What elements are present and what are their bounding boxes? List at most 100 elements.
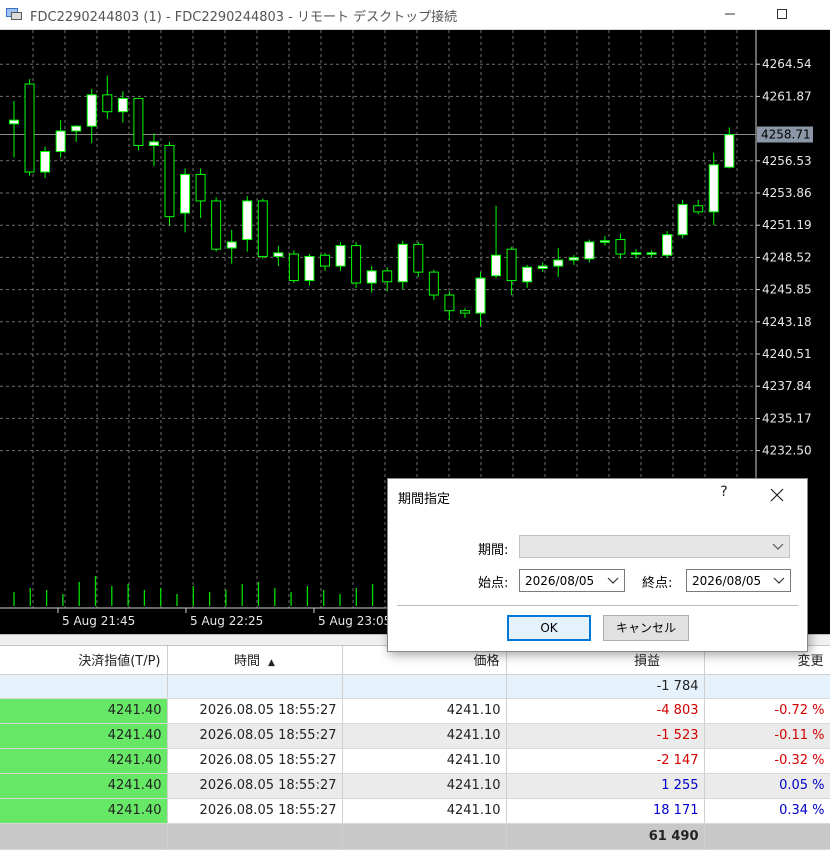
candle-body [366, 270, 377, 284]
tp-cell: 4241.40 [0, 723, 168, 749]
candle-body [71, 125, 82, 132]
table-row[interactable]: 4241.40 2026.08.05 18:55:27 4241.10 18 171 0… [0, 798, 830, 824]
time-label: 5 Aug 23:05 [318, 614, 391, 628]
candle-body [288, 253, 299, 282]
candle-body [537, 265, 548, 269]
start-label: 始点: [478, 576, 509, 591]
cancel-button[interactable]: キャンセル [603, 615, 689, 641]
time-header-label: 時間 [234, 654, 261, 670]
time-label: 5 Aug 21:45 [62, 614, 135, 628]
table-row[interactable]: 4241.40 2026.08.05 18:55:27 4241.10 -2 147-… [0, 748, 830, 774]
price-header-label: 価格 [473, 654, 500, 670]
period-select[interactable] [519, 535, 790, 558]
candle-body [24, 83, 35, 173]
candle-body [693, 205, 704, 213]
candle-body [164, 144, 175, 218]
profit-cell: 18 171 [506, 798, 705, 824]
chevron-down-icon [607, 577, 619, 584]
tp-cell: 4241.40 [0, 798, 168, 824]
candle-body [475, 277, 486, 314]
change-cell: 0.34 % [704, 798, 830, 824]
profit-cell: -1 523 [506, 723, 705, 749]
candle-body [631, 252, 641, 255]
candle-body [195, 173, 206, 202]
minimize-button[interactable] [718, 3, 742, 25]
summary-price-cell [342, 674, 507, 699]
price-label: 4248.52 [762, 250, 812, 264]
end-date-value: 2026/08/05 [692, 574, 762, 588]
candle-body [724, 134, 735, 168]
column-header-tp[interactable]: 決済指値(T/P) [0, 646, 168, 675]
change-header-label: 変更 [797, 654, 824, 670]
close-icon [770, 488, 784, 502]
price-label: 4237.84 [762, 379, 812, 393]
table-row[interactable]: 4241.40 2026.08.05 18:55:27 4241.10 1 255 0.… [0, 773, 830, 799]
candle-body [226, 241, 237, 249]
price-cell: 4241.10 [342, 698, 507, 724]
time-cell: 2026.08.05 18:55:27 [167, 723, 343, 749]
close-button[interactable] [765, 483, 789, 507]
price-cell: 4241.10 [342, 723, 507, 749]
chevron-down-icon [773, 577, 785, 584]
candle-body [646, 252, 657, 255]
candle-body [397, 243, 408, 283]
change-cell: 0.05 % [704, 773, 830, 799]
profit-header-label: 損益 [633, 654, 660, 670]
candle-body [242, 200, 253, 241]
remote-desktop-icon [6, 8, 22, 20]
candle-body [40, 151, 51, 173]
minimize-icon [725, 13, 735, 15]
price-label: 4235.17 [762, 411, 812, 425]
time-label: 5 Aug 22:25 [190, 614, 263, 628]
summary-tp-cell [0, 674, 168, 699]
period-label: 期間: [478, 543, 509, 558]
price-cell: 4241.10 [342, 773, 507, 799]
candle-body [180, 173, 191, 214]
table-row[interactable]: 4241.40 2026.08.05 18:55:27 4241.10 -1 523-… [0, 723, 830, 749]
trade-table: 決済指値(T/P) 時間 ▲ 価格 損益 変更 -1 784 4241.40 202… [0, 646, 830, 852]
candle-body [599, 240, 610, 243]
price-label: 4253.86 [762, 186, 812, 200]
candle-body [677, 204, 688, 236]
dialog-separator [397, 605, 798, 606]
time-cell: 2026.08.05 18:55:27 [167, 698, 343, 724]
end-date-picker[interactable]: 2026/08/05 [686, 569, 791, 592]
candle-body [382, 270, 393, 283]
ok-button[interactable]: OK [507, 615, 591, 641]
chevron-down-icon [772, 543, 784, 550]
dialog-title: 期間指定 [398, 492, 451, 507]
candle-body [335, 245, 346, 267]
restore-button[interactable] [770, 3, 794, 25]
period-dialog: 期間指定 ? 期間: 始点: 2026/08/05 終点: 2026/08/05… [387, 478, 808, 652]
candle-body [55, 130, 66, 153]
candle-body [522, 266, 533, 283]
window-title: FDC2290244803 (1) - FDC2290244803 - リモート… [30, 10, 458, 25]
tp-header-label: 決済指値(T/P) [78, 654, 161, 670]
summary-time-cell [167, 674, 343, 699]
price-label: 4251.19 [762, 218, 812, 232]
price-label: 4256.53 [762, 154, 812, 168]
price-label: 4240.51 [762, 347, 812, 361]
candle-body [211, 200, 222, 250]
candle-body [273, 252, 284, 257]
end-label: 終点: [642, 576, 673, 591]
summary-row[interactable]: -1 784 [0, 674, 830, 699]
candle-body [86, 94, 97, 127]
candle-body [148, 141, 159, 146]
candle-body [444, 294, 455, 312]
column-header-time[interactable]: 時間 ▲ [167, 646, 343, 675]
help-button[interactable]: ? [714, 484, 734, 506]
candle-body [133, 97, 144, 146]
window-titlebar: FDC2290244803 (1) - FDC2290244803 - リモート… [0, 0, 830, 30]
summary-change-cell [704, 674, 830, 699]
candle-body [708, 164, 719, 213]
price-cell: 4241.10 [342, 798, 507, 824]
profit-cell: 1 255 [506, 773, 705, 799]
change-cell: -0.11 % [704, 723, 830, 749]
table-row[interactable]: 4241.40 2026.08.05 18:55:27 4241.10 -4 803-… [0, 698, 830, 724]
start-date-picker[interactable]: 2026/08/05 [519, 569, 625, 592]
total-tp-cell [0, 823, 168, 850]
candle-body [459, 310, 470, 314]
time-cell: 2026.08.05 18:55:27 [167, 798, 343, 824]
candle-body [584, 241, 595, 260]
